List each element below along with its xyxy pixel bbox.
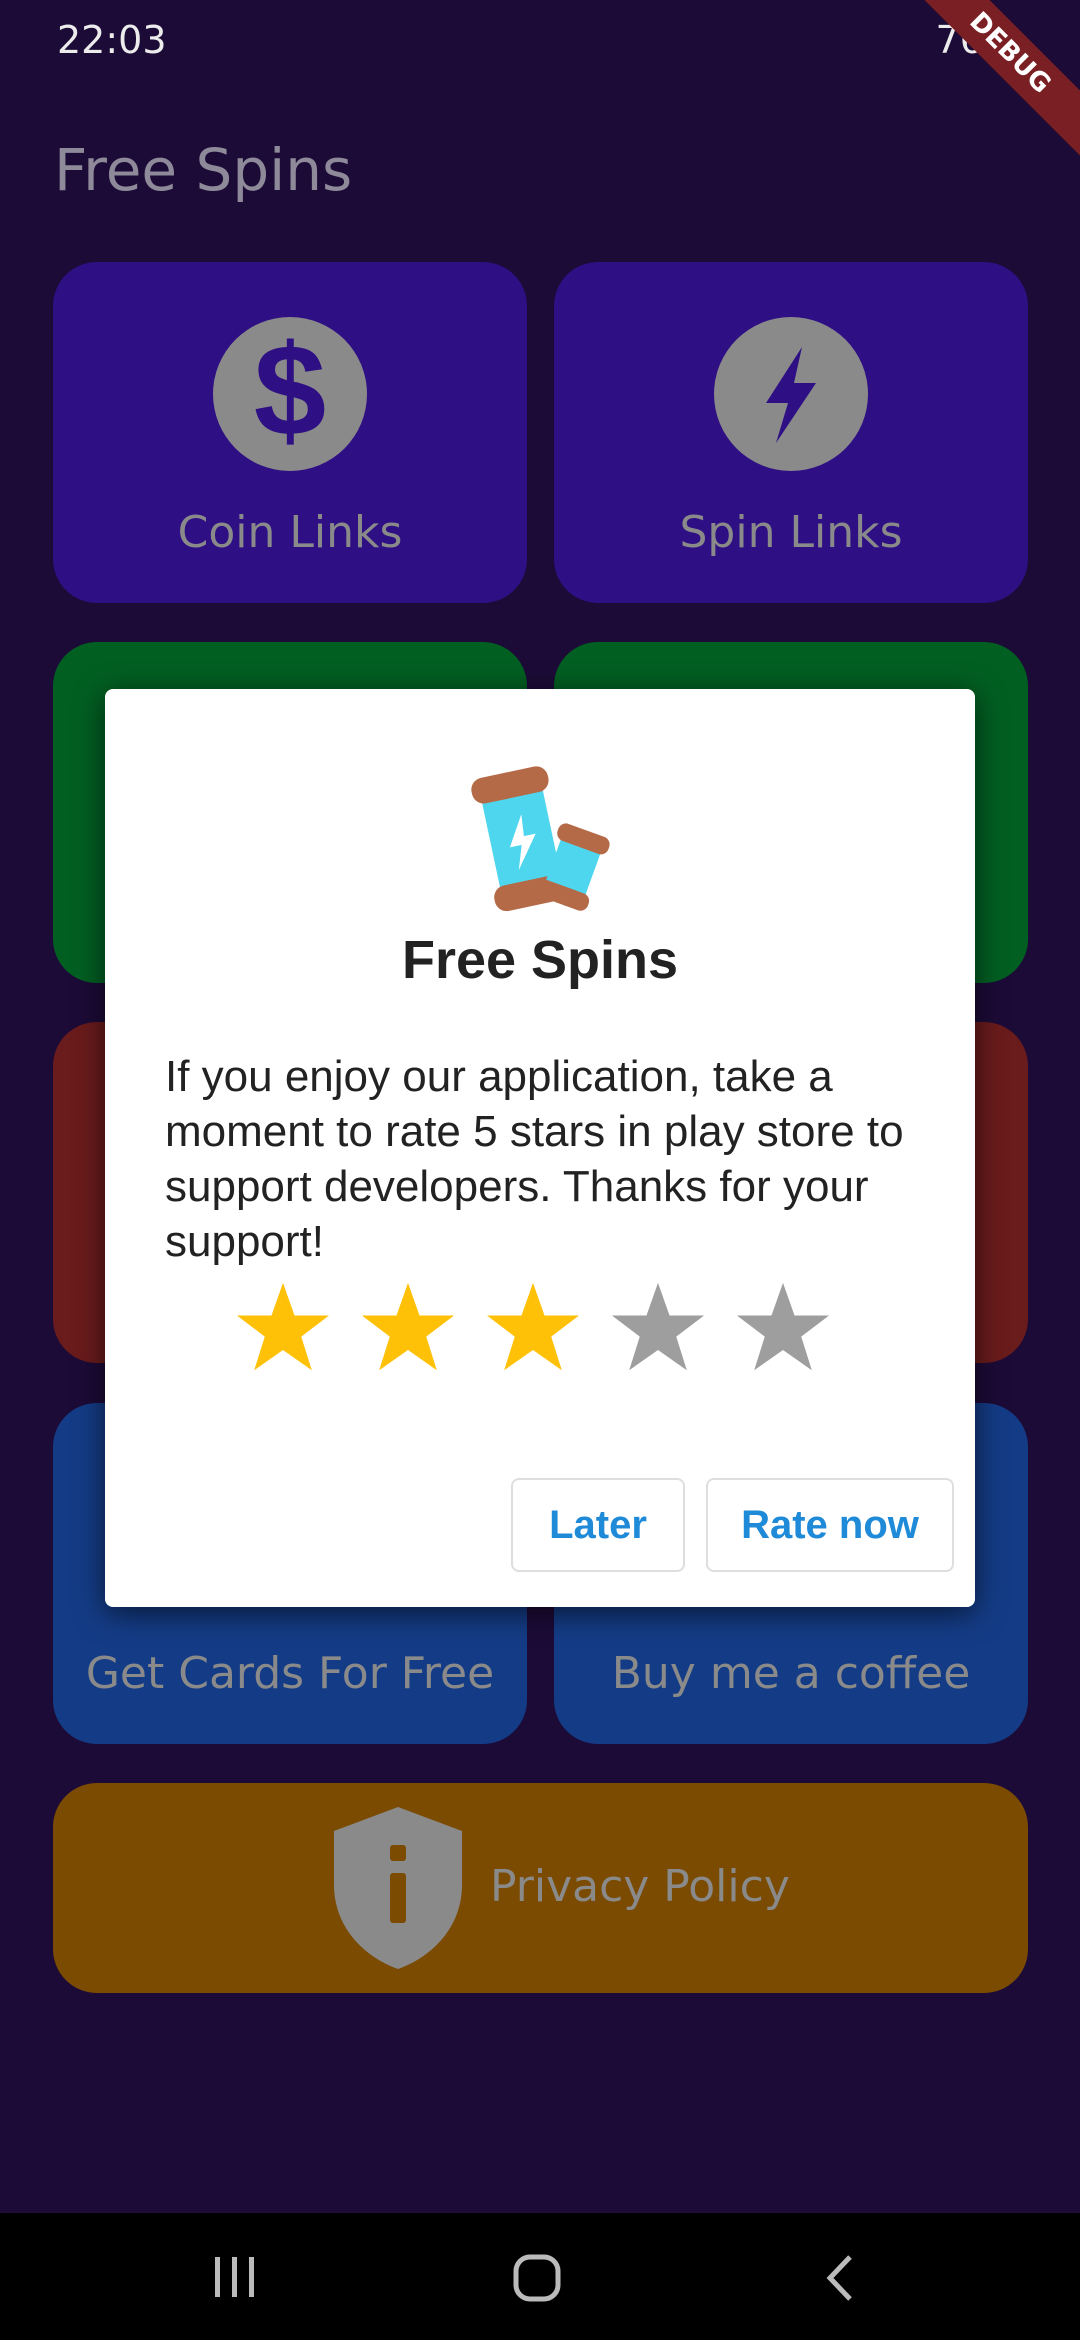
star-icon[interactable] (610, 1279, 706, 1375)
star-rating[interactable] (235, 1279, 855, 1379)
lightning-icon (714, 317, 868, 471)
star-icon[interactable] (735, 1279, 831, 1375)
home-icon[interactable] (512, 2253, 562, 2307)
shield-info-icon (328, 1803, 468, 1977)
rate-now-button[interactable]: Rate now (706, 1478, 954, 1572)
tile-label: Coin Links (177, 507, 403, 558)
privacy-policy-label: Privacy Policy (490, 1861, 790, 1912)
back-icon[interactable] (822, 2253, 856, 2307)
tile-label: Get Cards For Free (85, 1648, 495, 1699)
tile-coin-links[interactable]: $ Coin Links (53, 262, 527, 603)
star-icon[interactable] (235, 1279, 331, 1375)
star-icon[interactable] (485, 1279, 581, 1375)
rating-dialog: Free Spins If you enjoy our application,… (105, 689, 975, 1607)
later-button[interactable]: Later (511, 1478, 685, 1572)
dialog-message: If you enjoy our application, take a mom… (165, 1052, 904, 1266)
privacy-policy-button[interactable]: Privacy Policy (53, 1783, 1028, 1993)
dollar-icon: $ (213, 317, 367, 471)
status-bar: 22:03 76% DEBUG (0, 0, 1080, 162)
star-icon[interactable] (360, 1279, 456, 1375)
system-nav-bar (0, 2213, 1080, 2340)
svg-text:$: $ (254, 317, 326, 463)
tile-label: Buy me a coffee (611, 1648, 971, 1699)
dialog-title: Free Spins (401, 930, 679, 990)
tile-label: Spin Links (679, 507, 903, 558)
status-time: 22:03 (57, 18, 167, 62)
debug-banner: DEBUG (901, 0, 1080, 162)
app-screen: 22:03 76% DEBUG Free Spins $ Coin Links … (0, 0, 1080, 2213)
page-title: Free Spins (54, 136, 353, 204)
tile-spin-links[interactable]: Spin Links (554, 262, 1028, 603)
spin-capsule-icon (460, 757, 620, 921)
recent-apps-icon[interactable] (213, 2255, 257, 2303)
